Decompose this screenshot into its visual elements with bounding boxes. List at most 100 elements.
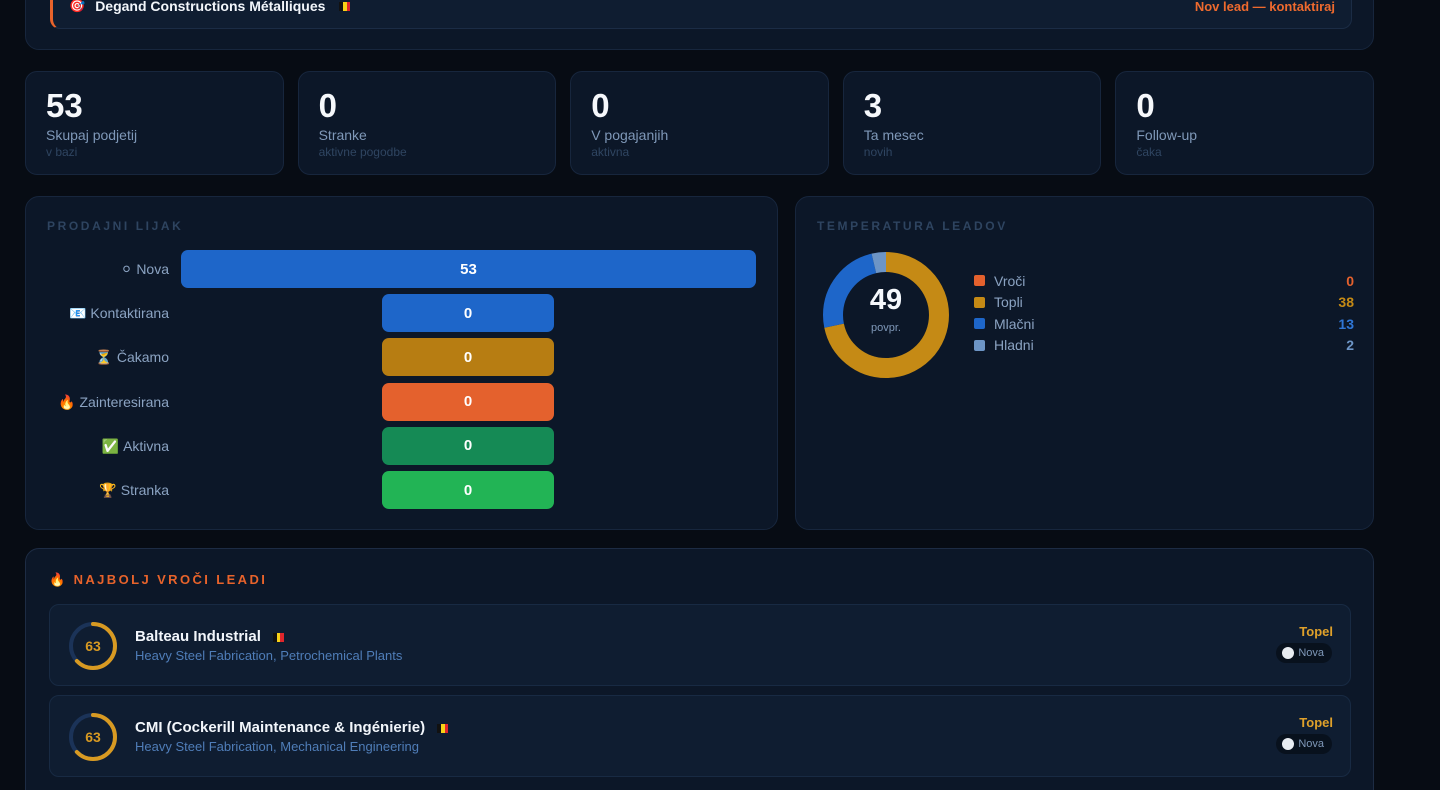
alert-new-lead[interactable]: 🎯 Degand Constructions Métalliques Nov l… (50, 0, 1352, 29)
legend-item-hot: Vroči 0 (974, 270, 1354, 292)
legend-item-lukewarm: Mlačni 13 (974, 313, 1354, 335)
stat-card-follow-up[interactable]: 0 Follow-up čaka (1115, 71, 1374, 175)
funnel-stage-name: Čakamo (116, 349, 169, 366)
funnel-stage-name: Zainteresirana (79, 393, 170, 410)
stat-value: 3 (863, 87, 883, 124)
funnel-bar[interactable]: 0 (382, 294, 554, 333)
stat-label: Skupaj podjetij (46, 127, 138, 143)
stat-card-total-companies[interactable]: 53 Skupaj podjetij v bazi (25, 71, 284, 175)
funnel-stage-label: 🔥 Zainteresirana (58, 383, 169, 421)
stat-sublabel: aktivne pogodbe (318, 145, 407, 159)
stat-label: Stranke (318, 127, 367, 143)
funnel-bar[interactable]: 0 (382, 471, 554, 509)
lead-status-badge: Nova (1276, 643, 1332, 663)
alert-company-name: Degand Constructions Métalliques (95, 0, 326, 14)
temperature-title: TEMPERATURA LEADOV (817, 219, 1008, 233)
sales-funnel-panel: PRODAJNI LIJAK ⚪ Nova 53 📧 Kontaktirana 0 ⏳ Čak… (25, 196, 778, 530)
funnel-stage-2[interactable]: 📧 Kontaktirana 0 (26, 294, 779, 333)
average-label: povpr. (871, 322, 901, 334)
lead-status-label: Nova (1298, 647, 1324, 659)
stat-card-this-month[interactable]: 3 Ta mesec novih (842, 71, 1102, 175)
lead-score: 63 (85, 729, 101, 745)
status-dot-icon (1282, 647, 1295, 659)
stat-sublabel: aktivna (591, 145, 630, 159)
funnel-stage-4[interactable]: 🔥 Zainteresirana 0 (26, 382, 779, 421)
funnel-stage-icon: 🔥 (58, 393, 76, 410)
funnel-bar[interactable]: 53 (181, 250, 756, 288)
funnel-bar[interactable]: 0 (382, 426, 554, 465)
funnel-stage-6[interactable]: 🏆 Stranka 0 (26, 471, 779, 509)
stat-sublabel: čaka (1136, 145, 1162, 159)
funnel-stage-icon: ✅ (101, 437, 120, 454)
funnel-stage-label: ⚪ Nova (121, 250, 169, 288)
legend-label: Vroči (994, 272, 1026, 289)
hot-leads-title: 🔥 NAJBOLJ VROČI LEADI (49, 572, 268, 587)
lead-row[interactable]: 63 Balteau Industrial Heavy Steel Fabric… (49, 604, 1351, 686)
legend-swatch (974, 339, 985, 351)
funnel-title: PRODAJNI LIJAK (47, 219, 184, 233)
funnel-stage-icon: ⚪ (120, 261, 133, 277)
legend-value: 0 (1346, 272, 1354, 289)
average-temperature: 49 (869, 284, 903, 316)
lead-name-text: Balteau Industrial (135, 628, 261, 645)
legend-swatch (974, 275, 985, 287)
legend-swatch (974, 296, 985, 308)
stat-card-negotiations[interactable]: 0 V pogajanjih aktivna (570, 71, 829, 175)
belgium-flag-icon (339, 1, 351, 11)
stat-value: 0 (318, 87, 337, 124)
funnel-stage-icon: 📧 (68, 305, 87, 322)
temperature-legend: Vroči 0 Topli 38 Mlačni 13 Hladni 2 (974, 270, 1354, 356)
stats-row: 53 Skupaj podjetij v bazi 0 Stranke akti… (25, 71, 1374, 175)
stat-sublabel: v bazi (46, 145, 78, 159)
legend-value: 2 (1346, 337, 1354, 354)
funnel-stage-3[interactable]: ⏳ Čakamo 0 (26, 338, 779, 377)
alert-contact-link[interactable]: Nov lead — kontaktiraj (1195, 0, 1335, 14)
lead-industry: Heavy Steel Fabrication, Petrochemical P… (135, 648, 403, 663)
funnel-stage-1[interactable]: ⚪ Nova 53 (26, 250, 779, 288)
alert-company: 🎯 Degand Constructions Métalliques (69, 0, 351, 14)
lead-status-label: Nova (1298, 738, 1324, 750)
stat-label: V pogajanjih (591, 127, 669, 143)
dashboard: 🎯 Degand Constructions Métalliques Nov l… (0, 0, 1440, 790)
funnel-stage-5[interactable]: ✅ Aktivna 0 (26, 426, 779, 465)
lead-temperature: Topel (1299, 715, 1333, 730)
funnel-stage-icon: ⏳ (95, 349, 113, 366)
stat-value: 53 (46, 87, 83, 124)
lead-row[interactable]: 63 CMI (Cockerill Maintenance & Ingénier… (49, 695, 1351, 777)
legend-value: 13 (1338, 315, 1354, 332)
stat-card-clients[interactable]: 0 Stranke aktivne pogodbe (297, 71, 557, 175)
funnel-stage-name: Kontaktirana (90, 305, 169, 322)
legend-label: Mlačni (994, 315, 1035, 332)
status-dot-icon (1282, 738, 1295, 750)
lead-status-badge: Nova (1276, 734, 1332, 754)
lead-company-name[interactable]: Balteau Industrial (135, 628, 285, 645)
legend-item-warm: Topli 38 (974, 292, 1354, 314)
lead-temperature-panel: TEMPERATURA LEADOV 49 povpr. Vroči 0 Top… (795, 196, 1374, 530)
lead-temperature: Topel (1299, 624, 1333, 639)
funnel-stage-label: 🏆 Stranka (99, 471, 169, 509)
stat-value: 0 (1136, 87, 1155, 124)
lead-company-name[interactable]: CMI (Cockerill Maintenance & Ingénierie) (135, 719, 449, 736)
legend-item-cold: Hladni 2 (974, 335, 1354, 357)
donut-center: 49 povpr. (823, 252, 949, 378)
lead-industry: Heavy Steel Fabrication, Mechanical Engi… (135, 739, 419, 754)
funnel-stage-name: Nova (136, 261, 169, 277)
funnel-stage-label: ⏳ Čakamo (95, 338, 169, 376)
funnel-stage-label: ✅ Aktivna (102, 427, 169, 465)
stat-value: 0 (591, 87, 610, 124)
lead-name-text: CMI (Cockerill Maintenance & Ingénierie) (135, 719, 426, 736)
lead-score: 63 (85, 638, 101, 654)
funnel-stage-name: Stranka (120, 482, 169, 498)
funnel-bar[interactable]: 0 (382, 382, 554, 421)
stat-label: Follow-up (1136, 127, 1198, 143)
target-icon: 🎯 (69, 0, 86, 13)
funnel-bar[interactable]: 0 (382, 338, 554, 377)
legend-label: Topli (994, 294, 1023, 311)
hot-leads-panel: 🔥 NAJBOLJ VROČI LEADI 63 Balteau Industr… (25, 548, 1374, 790)
funnel-stage-name: Aktivna (123, 437, 169, 454)
funnel-stage-label: 📧 Kontaktirana (69, 294, 169, 332)
stat-label: Ta mesec (863, 127, 924, 143)
legend-label: Hladni (994, 337, 1034, 354)
legend-value: 38 (1338, 294, 1354, 311)
funnel-stage-icon: 🏆 (99, 482, 117, 498)
